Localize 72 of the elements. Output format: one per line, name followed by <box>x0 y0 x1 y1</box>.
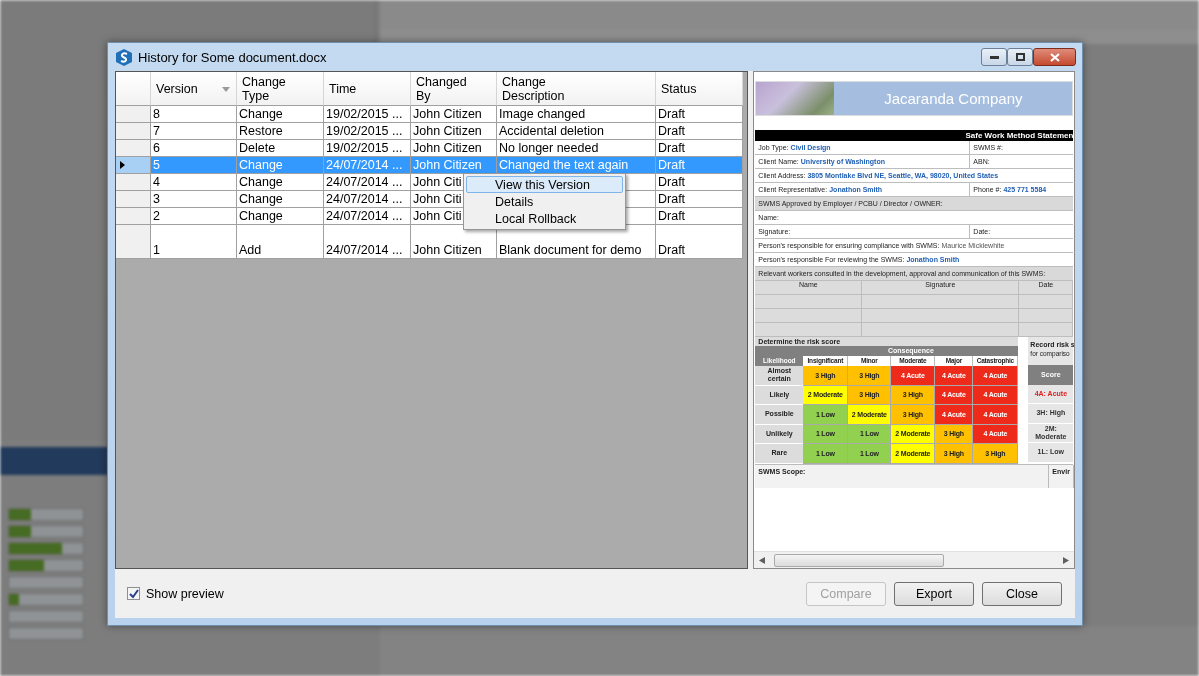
column-header[interactable]: Change Type <box>237 72 324 106</box>
close-icon <box>1049 52 1060 62</box>
table-cell[interactable]: 6 <box>151 140 237 157</box>
table-cell[interactable]: Change <box>237 106 324 123</box>
checkmark-icon <box>128 588 139 599</box>
dialog-button[interactable]: Close <box>982 581 1062 606</box>
table-cell[interactable]: Draft <box>656 106 743 123</box>
column-header[interactable]: Changed By <box>411 72 497 106</box>
header-corner <box>116 72 151 106</box>
menu-item[interactable]: View this Version <box>466 176 623 193</box>
table-cell[interactable]: 19/02/2015 ... <box>324 140 411 157</box>
app-logo-icon <box>116 48 132 66</box>
column-header[interactable]: Time <box>324 72 411 106</box>
minimize-button[interactable] <box>981 48 1007 66</box>
table-cell[interactable]: Draft <box>656 140 743 157</box>
table-cell[interactable]: 7 <box>151 123 237 140</box>
column-label: Time <box>329 81 357 96</box>
table-cell[interactable]: Accidental deletion <box>497 123 656 140</box>
table-cell[interactable]: Change <box>237 174 324 191</box>
table-cell[interactable]: 4 <box>151 174 237 191</box>
table-cell[interactable]: John Citizen <box>411 123 497 140</box>
table-cell[interactable]: Change <box>237 191 324 208</box>
minimize-icon <box>989 55 999 59</box>
window-title: History for Some document.docx <box>138 49 328 65</box>
table-cell[interactable]: Delete <box>237 140 324 157</box>
company-name: Jacaranda Company <box>884 90 1023 107</box>
table-cell[interactable]: Add <box>237 225 324 259</box>
table-cell[interactable]: Restore <box>237 123 324 140</box>
signature-table-cell <box>1019 295 1074 309</box>
horizontal-scrollbar[interactable] <box>754 551 1074 568</box>
table-cell[interactable]: John Citizen <box>411 225 497 259</box>
table-cell[interactable]: 8 <box>151 106 237 123</box>
table-cell[interactable]: Image changed <box>497 106 656 123</box>
document-heading: Safe Work Method Statemen <box>965 131 1074 140</box>
current-row-arrow-icon <box>120 161 125 169</box>
scroll-right-icon[interactable] <box>1063 556 1069 564</box>
table-cell[interactable]: John Citizen <box>411 106 497 123</box>
table-cell[interactable]: 3 <box>151 191 237 208</box>
column-label: Change Type <box>242 74 287 103</box>
table-cell[interactable]: Draft <box>656 208 743 225</box>
table-cell[interactable]: 24/07/2014 ... <box>324 225 411 259</box>
scroll-left-icon[interactable] <box>759 556 766 564</box>
column-label: Version <box>156 81 198 96</box>
table-cell[interactable]: Draft <box>656 174 743 191</box>
table-cell[interactable]: Change <box>237 208 324 225</box>
table-cell[interactable]: 19/02/2015 ... <box>324 106 411 123</box>
signature-table-cell <box>1019 309 1074 323</box>
column-header[interactable]: Version <box>151 72 237 106</box>
column-header[interactable]: Change Description <box>497 72 656 106</box>
column-label: Status <box>661 81 697 96</box>
table-cell[interactable]: 24/07/2014 ... <box>324 174 411 191</box>
table-cell[interactable]: 24/07/2014 ... <box>324 208 411 225</box>
row-header[interactable] <box>116 157 151 174</box>
close-button[interactable] <box>1033 48 1076 66</box>
maximize-button[interactable] <box>1007 48 1033 66</box>
scrollbar-thumb[interactable] <box>774 554 945 567</box>
table-cell[interactable]: 1 <box>151 225 237 259</box>
column-label: Change Description <box>502 74 562 103</box>
table-cell[interactable]: No longer needed <box>497 140 656 157</box>
table-cell[interactable]: Draft <box>656 123 743 140</box>
dialog-button[interactable]: Export <box>894 581 974 606</box>
table-cell[interactable]: 19/02/2015 ... <box>324 123 411 140</box>
column-label: Changed By <box>416 74 468 103</box>
column-header[interactable]: Status <box>656 72 743 106</box>
checkbox-label[interactable]: Show preview <box>146 586 224 601</box>
maximize-icon <box>1015 53 1025 61</box>
table-cell[interactable]: Draft <box>656 225 743 259</box>
table-cell[interactable]: 24/07/2014 ... <box>324 191 411 208</box>
checkbox[interactable] <box>127 587 140 600</box>
table-cell[interactable]: John Citizen <box>411 140 497 157</box>
table-cell[interactable]: 2 <box>151 208 237 225</box>
table-cell[interactable]: Draft <box>656 191 743 208</box>
